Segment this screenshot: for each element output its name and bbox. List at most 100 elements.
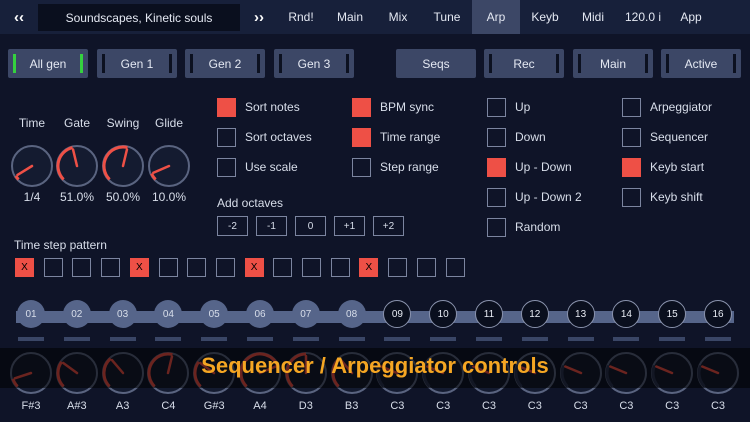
add-octaves-label: Add octaves [217,196,284,210]
sequencer-step-13[interactable]: 13 [566,300,595,328]
use-scale-checkbox[interactable] [217,158,236,177]
gen-1-label: Gen 1 [120,56,154,71]
all-gen-button[interactable]: All gen [8,49,88,78]
sort-notes-label: Sort notes [245,100,300,114]
sequencer-step-03[interactable]: 03 [108,300,137,328]
sort-notes-checkbox[interactable] [217,98,236,117]
next-preset-button[interactable]: ›› [244,0,274,34]
pattern-step[interactable]: X [359,258,379,277]
keyb-shift-checkbox[interactable] [622,188,641,207]
tab-mix[interactable]: Mix [377,0,419,34]
active-button[interactable]: Active [661,49,741,78]
sequencer-step-02[interactable]: 02 [62,300,91,328]
glide-knob[interactable] [145,142,193,190]
preset-name-display[interactable]: Soundscapes, Kinetic souls [38,4,240,31]
octave-minus-2-button[interactable]: -2 [217,216,248,236]
arpeggiator-checkbox[interactable] [622,98,641,117]
swing-knob[interactable] [99,142,147,190]
pattern-step[interactable] [43,258,63,277]
time-range-checkbox[interactable] [352,128,371,147]
active-label: Active [684,56,718,71]
main-button[interactable]: Main [573,49,653,78]
sequencer-step-06[interactable]: 06 [246,300,274,328]
sort-octaves-checkbox[interactable] [217,128,236,147]
octave-0-button[interactable]: 0 [295,216,326,236]
step-divider [247,337,273,341]
seqs-button[interactable]: Seqs [396,49,476,78]
pattern-step[interactable] [445,258,465,277]
pattern-step[interactable] [187,258,207,277]
sequencer-step-12[interactable]: 12 [520,300,549,328]
up-down-2-checkbox[interactable] [487,188,506,207]
octave-minus-1-button[interactable]: -1 [256,216,287,236]
sequencer-step-08[interactable]: 08 [337,300,366,328]
gen-1-button[interactable]: Gen 1 [97,49,177,78]
random-checkbox[interactable] [487,218,506,237]
sequencer-checkbox[interactable] [622,128,641,147]
step-note-label: C3 [527,400,542,412]
gate-knob-label: Gate [63,116,90,130]
step-note-label: G#3 [203,400,225,412]
sequencer-step-14[interactable]: 14 [612,300,641,328]
pattern-step[interactable] [416,258,436,277]
all-gen-label: All gen [29,56,67,71]
tab-rnd[interactable]: Rnd! [279,0,323,34]
down-checkbox[interactable] [487,128,506,147]
step-divider [659,337,686,341]
pattern-step[interactable] [158,258,178,277]
tab-arp[interactable]: Arp [472,0,520,34]
step-note-label: C3 [665,400,680,412]
tab-midi[interactable]: Midi [570,0,616,34]
keyb-start-checkbox[interactable] [622,158,641,177]
pattern-step[interactable] [273,258,293,277]
caption-text: Sequencer / Arpeggiator controls [201,353,549,378]
inactive-indicator [279,54,282,73]
pattern-step[interactable] [72,258,92,277]
up-down-checkbox[interactable] [487,158,506,177]
gate-knob[interactable] [53,142,101,190]
tab-keyb[interactable]: Keyb [522,0,568,34]
inactive-indicator [346,54,349,73]
pattern-step[interactable] [215,258,235,277]
sequencer-step-10[interactable]: 10 [429,300,458,328]
step-note-label: F#3 [21,400,41,412]
octave-plus-2-button[interactable]: +2 [373,216,404,236]
step-range-label: Step range [380,160,439,174]
time-knob-label: Time [18,116,46,130]
tab-main[interactable]: Main [327,0,373,34]
tempo-display[interactable]: 120.0 i [618,0,668,34]
octave-plus-1-button[interactable]: +1 [334,216,365,236]
up-checkbox[interactable] [487,98,506,117]
rec-button[interactable]: Rec [484,49,564,78]
pattern-step[interactable]: X [129,258,149,277]
pattern-step[interactable] [330,258,350,277]
step-divider [201,337,228,341]
sequencer-step-05[interactable]: 05 [200,300,229,328]
pattern-step[interactable]: X [244,258,264,277]
inactive-indicator [190,54,193,73]
step-note-label: A#3 [67,400,87,412]
step-note-label: B3 [344,400,359,412]
sequencer-step-04[interactable]: 04 [154,300,183,328]
bpm-sync-checkbox[interactable] [352,98,371,117]
pattern-step[interactable] [388,258,408,277]
step-range-checkbox[interactable] [352,158,371,177]
sequencer-step-15[interactable]: 15 [658,300,687,328]
sequencer-step-16[interactable]: 16 [704,300,732,328]
previous-preset-button[interactable]: ‹‹ [4,0,34,34]
tab-app[interactable]: App [670,0,712,34]
sequencer-step-09[interactable]: 09 [383,300,412,328]
time-knob[interactable] [8,142,56,190]
tab-tune[interactable]: Tune [423,0,471,34]
pattern-step[interactable] [302,258,321,277]
sequencer-step-11[interactable]: 11 [475,300,503,328]
sequencer-step-01[interactable]: 01 [17,300,45,328]
gen-2-button[interactable]: Gen 2 [185,49,265,78]
pattern-step[interactable] [101,258,121,277]
gen-3-button[interactable]: Gen 3 [274,49,354,78]
up-down-label: Up - Down [515,160,572,174]
sequencer-step-07[interactable]: 07 [291,300,320,328]
down-label: Down [515,130,546,144]
step-note-label: A4 [253,400,267,412]
pattern-step[interactable]: X [15,258,34,277]
